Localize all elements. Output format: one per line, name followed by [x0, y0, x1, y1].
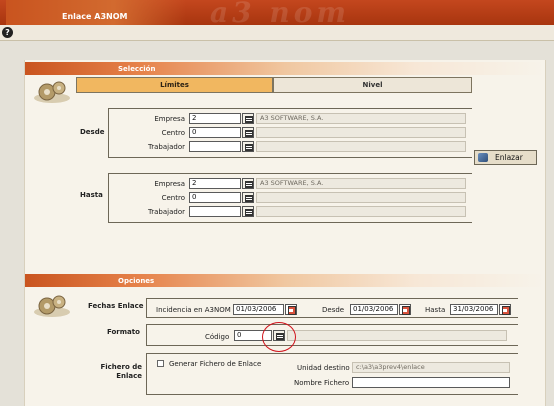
- centro-label: Centro: [161, 194, 185, 202]
- opciones-title: Opciones: [118, 277, 155, 285]
- fechas-enlace-label: Fechas Enlace: [88, 302, 144, 310]
- codigo-label: Código: [205, 333, 230, 341]
- desde-centro-picker-icon[interactable]: [242, 127, 254, 138]
- trabajador-label: Trabajador: [148, 208, 185, 216]
- fecha-desde-label: Desde: [322, 306, 345, 314]
- incidencia-label: Incidencia en A3NOM: [156, 306, 231, 314]
- desde-trabajador-input[interactable]: [189, 141, 241, 152]
- fecha-hasta-label: Hasta: [425, 306, 446, 314]
- desde-label: Desde: [80, 128, 105, 136]
- hasta-trabajador-name: [256, 206, 466, 217]
- hasta-empresa-input[interactable]: 2: [189, 178, 241, 189]
- incidencia-date-input[interactable]: 01/03/2006: [233, 304, 284, 315]
- desde-centro-input[interactable]: 0: [189, 127, 241, 138]
- gears-icon: [34, 295, 70, 317]
- desde-empresa-picker-icon[interactable]: [242, 113, 254, 124]
- hasta-centro-input[interactable]: 0: [189, 192, 241, 203]
- desde-trabajador-name: [256, 141, 466, 152]
- trabajador-label: Trabajador: [148, 143, 185, 151]
- fecha-hasta-input[interactable]: 31/03/2006: [450, 304, 498, 315]
- hasta-centro-picker-icon[interactable]: [242, 192, 254, 203]
- codigo-name: [287, 330, 507, 341]
- enlazar-label: Enlazar: [495, 153, 523, 162]
- hasta-empresa-name: A3 SOFTWARE, S.A.: [256, 178, 466, 189]
- nombre-fichero-label: Nombre Fichero: [294, 379, 350, 387]
- hasta-centro-name: [256, 192, 466, 203]
- generar-fichero-label: Generar Fichero de Enlace: [169, 360, 262, 368]
- desde-trabajador-picker-icon[interactable]: [242, 141, 254, 152]
- formato-label: Formato: [107, 328, 140, 336]
- seleccion-header: Selección: [25, 62, 545, 75]
- link-icon: [478, 153, 488, 162]
- tab-limites[interactable]: Límites: [76, 77, 273, 93]
- calendar-icon[interactable]: [399, 304, 411, 315]
- desde-centro-name: [256, 127, 466, 138]
- opciones-header: Opciones: [25, 274, 545, 287]
- toolbar: [0, 25, 554, 41]
- help-icon[interactable]: ?: [2, 27, 13, 38]
- hasta-trabajador-input[interactable]: [189, 206, 241, 217]
- unidad-destino-label: Unidad destino: [297, 364, 350, 372]
- window-title: Enlace A3NOM: [62, 12, 128, 21]
- desde-empresa-input[interactable]: 2: [189, 113, 241, 124]
- enlazar-button[interactable]: Enlazar: [474, 150, 537, 165]
- calendar-icon[interactable]: [499, 304, 511, 315]
- highlight-circle: [262, 322, 296, 352]
- hasta-label: Hasta: [80, 191, 103, 199]
- generar-fichero-checkbox[interactable]: [157, 360, 164, 367]
- hasta-empresa-picker-icon[interactable]: [242, 178, 254, 189]
- hasta-trabajador-picker-icon[interactable]: [242, 206, 254, 217]
- nombre-fichero-input[interactable]: [352, 377, 510, 388]
- seleccion-title: Selección: [118, 65, 156, 73]
- calendar-icon[interactable]: [285, 304, 297, 315]
- watermark-logo: a3 nom: [210, 0, 351, 29]
- empresa-label: Empresa: [154, 180, 185, 188]
- centro-label: Centro: [161, 129, 185, 137]
- empresa-label: Empresa: [154, 115, 185, 123]
- fecha-desde-input[interactable]: 01/03/2006: [350, 304, 398, 315]
- fichero-enlace-label: Fichero de Enlace: [100, 363, 142, 380]
- unidad-destino-input[interactable]: c:\a3\a3prev4\enlace: [352, 362, 510, 373]
- tab-nivel[interactable]: Nivel: [273, 77, 472, 93]
- gears-icon: [34, 81, 70, 103]
- desde-empresa-name: A3 SOFTWARE, S.A.: [256, 113, 466, 124]
